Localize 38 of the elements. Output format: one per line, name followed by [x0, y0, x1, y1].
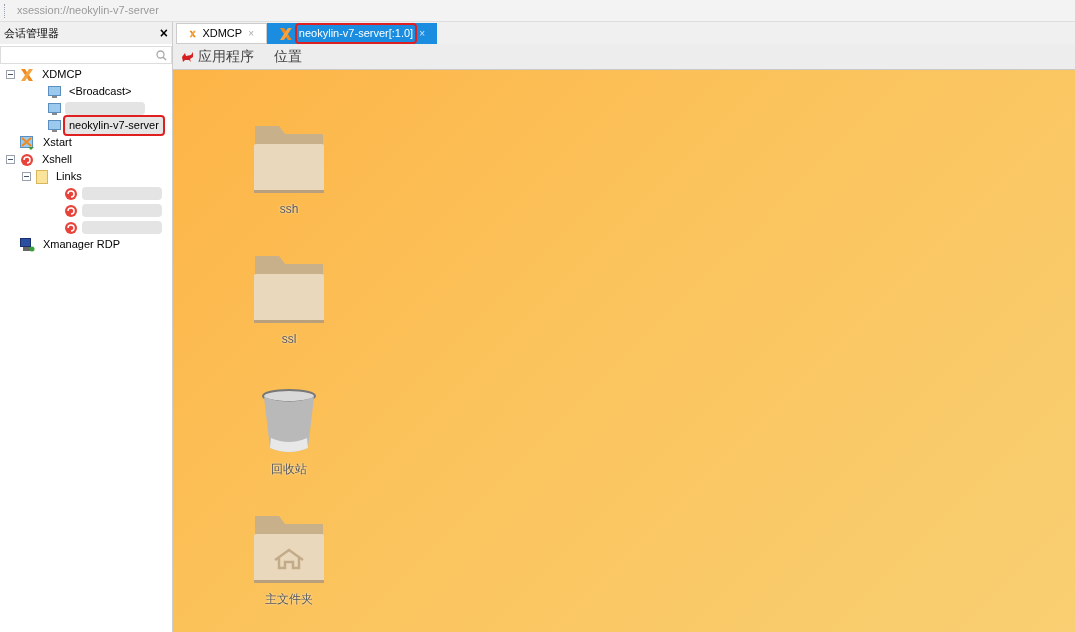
spiral-icon — [64, 203, 78, 218]
x-logo-icon — [20, 67, 34, 82]
monitor-icon — [48, 119, 61, 132]
monitor-icon — [48, 102, 61, 115]
expander[interactable] — [6, 155, 15, 164]
menu-item[interactable]: 应用程序 — [198, 46, 254, 67]
expander[interactable] — [6, 70, 15, 79]
computer-icon — [20, 237, 35, 252]
expander[interactable] — [22, 172, 31, 181]
tab-label: neokylin-v7-server[:1.0] — [296, 25, 416, 42]
folder-icon — [36, 169, 48, 184]
desktop-icon-label[interactable]: 主文件夹 — [265, 590, 313, 608]
trash-icon[interactable] — [261, 388, 317, 454]
tree-item[interactable]: Xshell — [38, 151, 76, 168]
desktop-icon-label[interactable]: ssl — [281, 330, 297, 348]
close-button[interactable]: × — [159, 26, 168, 40]
spiral-icon — [64, 220, 78, 235]
tree-item[interactable]: <Broadcast> — [65, 83, 136, 100]
tree-item[interactable]: Links — [52, 168, 86, 185]
spiral-icon — [64, 186, 78, 201]
xstart-icon — [20, 135, 35, 150]
monitor-icon — [48, 85, 61, 98]
tab[interactable]: XDMCP × — [176, 23, 267, 44]
tree-item[interactable]: Xstart — [39, 134, 76, 151]
spiral-icon — [20, 152, 34, 167]
tab[interactable]: neokylin-v7-server[:1.0] × — [267, 23, 437, 44]
tree-item[interactable]: neokylin-v7-server — [65, 117, 163, 134]
desktop-icon-label[interactable]: ssh — [279, 200, 299, 218]
tree-item[interactable]: Xmanager RDP — [39, 236, 125, 253]
animal-logo-icon — [181, 51, 194, 62]
search-icon[interactable] — [156, 49, 167, 61]
panel-title: 会话管理器 — [4, 25, 59, 41]
x-logo-icon — [279, 26, 293, 41]
menu-item[interactable]: 位置 — [274, 46, 302, 67]
tab-label: XDMCP — [201, 26, 244, 42]
tree-item[interactable]: XDMCP — [38, 66, 86, 83]
search-field[interactable] — [0, 46, 172, 64]
desktop-icon-label[interactable]: 回收站 — [271, 460, 307, 478]
